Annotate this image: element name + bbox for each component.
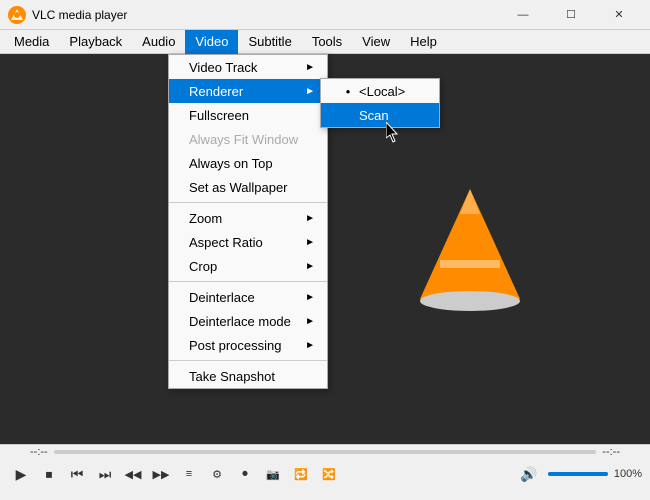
menu-video-track[interactable]: Video Track ► xyxy=(169,55,327,79)
random-button[interactable]: 🔀 xyxy=(316,461,342,487)
arrow-right-icon: ► xyxy=(305,340,315,351)
volume-fill xyxy=(548,472,608,476)
app-icon xyxy=(8,6,26,24)
close-button[interactable]: ✕ xyxy=(596,0,642,30)
record-button[interactable]: ⏺ xyxy=(232,461,258,487)
time-start: --:-- xyxy=(30,446,48,458)
menu-renderer[interactable]: Renderer ► xyxy=(169,79,327,103)
window-controls: — ☐ ✕ xyxy=(500,0,642,30)
menu-always-fit-window: Always Fit Window xyxy=(169,127,327,151)
renderer-scan[interactable]: Scan xyxy=(321,103,439,127)
progress-track[interactable] xyxy=(54,450,597,454)
arrow-right-icon: ► xyxy=(305,86,315,97)
next-button[interactable]: ⏭ xyxy=(92,461,118,487)
menu-deinterlace[interactable]: Deinterlace ► xyxy=(169,285,327,309)
stop-button[interactable]: ⏹ xyxy=(36,461,62,487)
menu-set-as-wallpaper[interactable]: Set as Wallpaper xyxy=(169,175,327,199)
renderer-submenu: ● <Local> Scan xyxy=(320,78,440,128)
video-dropdown-menu: Video Track ► Renderer ► Fullscreen Alwa… xyxy=(168,54,328,389)
menu-zoom[interactable]: Zoom ► xyxy=(169,206,327,230)
time-end: --:-- xyxy=(602,446,620,458)
arrow-right-icon: ► xyxy=(305,261,315,272)
title-bar: VLC media player — ☐ ✕ xyxy=(0,0,650,30)
progress-container: --:-- --:-- xyxy=(0,445,650,459)
menu-take-snapshot[interactable]: Take Snapshot xyxy=(169,364,327,388)
maximize-button[interactable]: ☐ xyxy=(548,0,594,30)
separator-2 xyxy=(169,281,327,282)
prev-button[interactable]: ⏮ xyxy=(64,461,90,487)
menu-tools[interactable]: Tools xyxy=(302,30,352,54)
menu-subtitle[interactable]: Subtitle xyxy=(238,30,301,54)
dot-icon: ● xyxy=(341,87,355,96)
controls-row: ▶ ⏹ ⏮ ⏭ ◀◀ ▶▶ ≡ ⚙ ⏺ 📷 🔁 🔀 🔊 100% xyxy=(0,459,650,489)
menu-fullscreen[interactable]: Fullscreen xyxy=(169,103,327,127)
renderer-local[interactable]: ● <Local> xyxy=(321,79,439,103)
menu-always-on-top[interactable]: Always on Top xyxy=(169,151,327,175)
menu-crop[interactable]: Crop ► xyxy=(169,254,327,278)
extended-settings[interactable]: ⚙ xyxy=(204,461,230,487)
volume-bar[interactable] xyxy=(548,472,608,476)
slow-button[interactable]: ◀◀ xyxy=(120,461,146,487)
window-title: VLC media player xyxy=(32,8,500,22)
volume-label: 100% xyxy=(614,468,642,480)
arrow-right-icon: ► xyxy=(305,62,315,73)
separator-1 xyxy=(169,202,327,203)
arrow-right-icon: ► xyxy=(305,213,315,224)
menu-aspect-ratio[interactable]: Aspect Ratio ► xyxy=(169,230,327,254)
arrow-right-icon: ► xyxy=(305,316,315,327)
mute-button[interactable]: 🔊 xyxy=(516,461,542,487)
menu-post-processing[interactable]: Post processing ► xyxy=(169,333,327,357)
menu-view[interactable]: View xyxy=(352,30,400,54)
arrow-right-icon: ► xyxy=(305,292,315,303)
fast-button[interactable]: ▶▶ xyxy=(148,461,174,487)
separator-3 xyxy=(169,360,327,361)
menu-video[interactable]: Video xyxy=(185,30,238,54)
menu-deinterlace-mode[interactable]: Deinterlace mode ► xyxy=(169,309,327,333)
play-button[interactable]: ▶ xyxy=(8,461,34,487)
menu-help[interactable]: Help xyxy=(400,30,447,54)
snapshot-button[interactable]: 📷 xyxy=(260,461,286,487)
menu-bar: Media Playback Audio Video Subtitle Tool… xyxy=(0,30,650,54)
menu-audio[interactable]: Audio xyxy=(132,30,185,54)
arrow-right-icon: ► xyxy=(305,237,315,248)
menu-media[interactable]: Media xyxy=(4,30,59,54)
loop-button[interactable]: 🔁 xyxy=(288,461,314,487)
menu-playback[interactable]: Playback xyxy=(59,30,132,54)
bottom-bar: --:-- --:-- ▶ ⏹ ⏮ ⏭ ◀◀ ▶▶ ≡ ⚙ ⏺ 📷 🔁 🔀 🔊 … xyxy=(0,444,650,500)
toggle-playlist[interactable]: ≡ xyxy=(176,461,202,487)
minimize-button[interactable]: — xyxy=(500,0,546,30)
vlc-cone xyxy=(410,179,530,319)
